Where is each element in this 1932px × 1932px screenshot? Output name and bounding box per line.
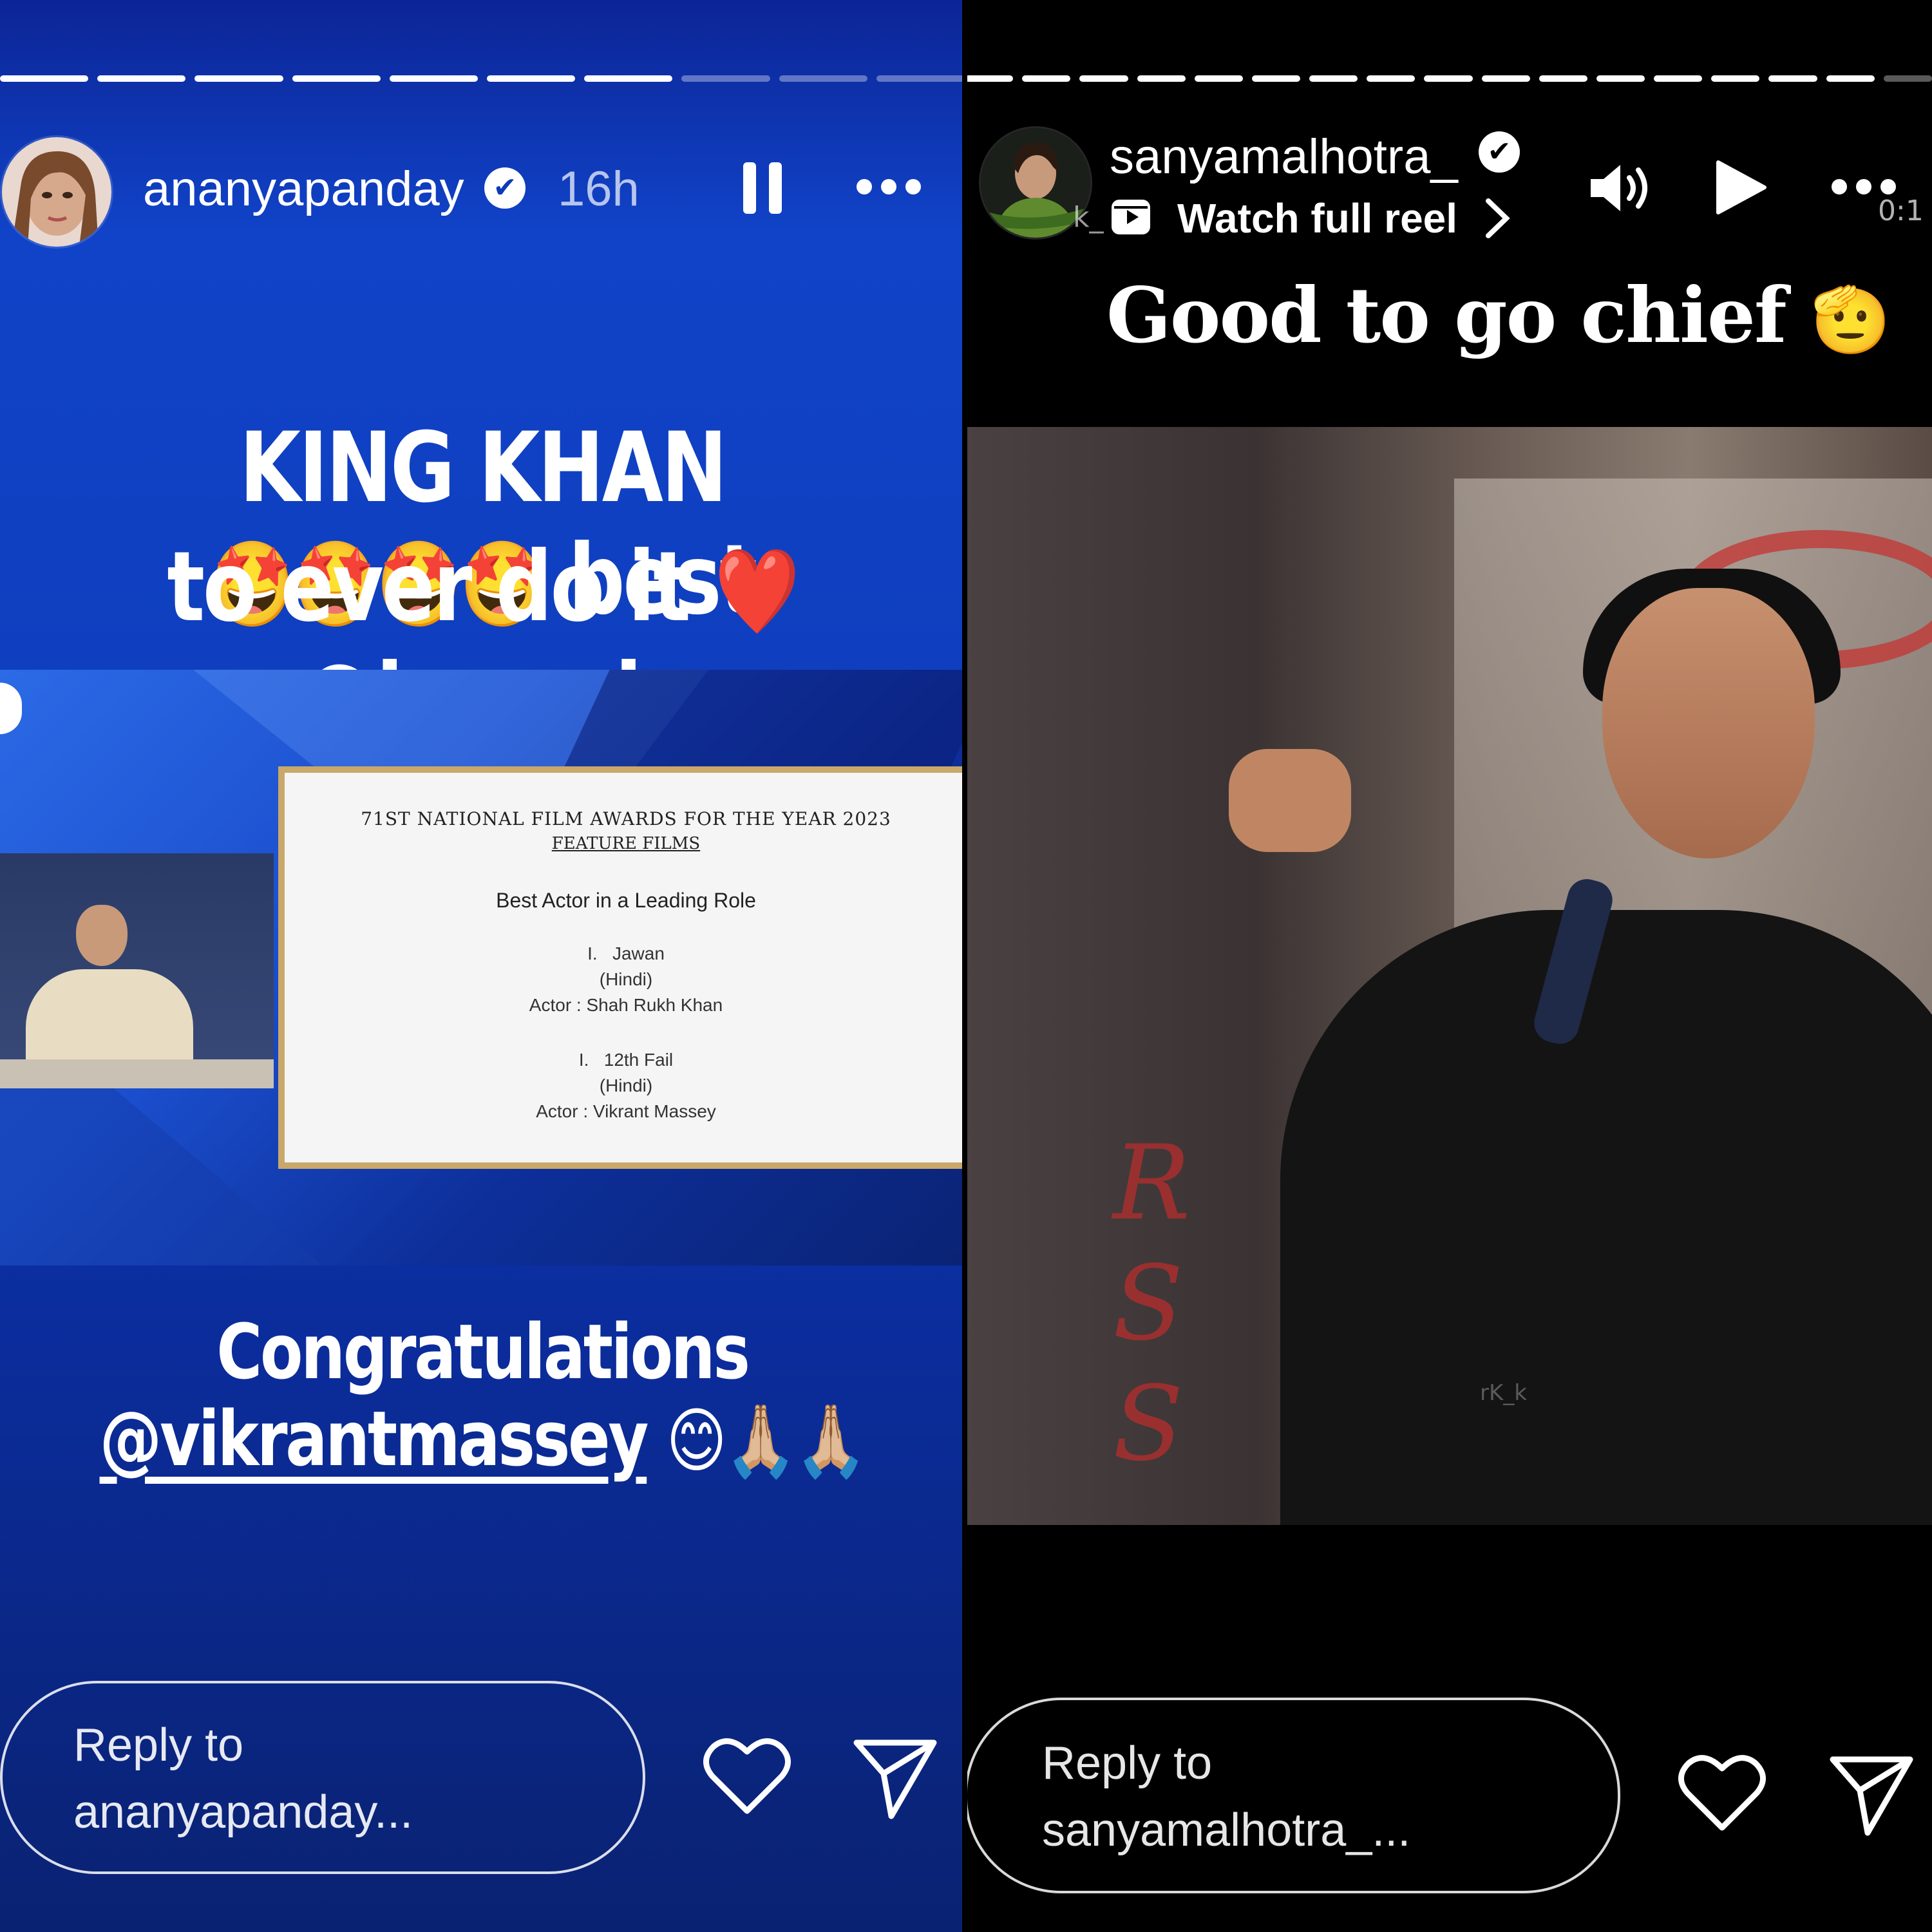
mention-vikrantmassey[interactable]: @vikrantmassey: [100, 1394, 649, 1483]
award-entry2-lang: (Hindi): [599, 1075, 653, 1095]
story-username[interactable]: sanyamalhotra_: [1110, 129, 1458, 185]
reply-input[interactable]: Reply to sanyamalhotra_...: [965, 1698, 1620, 1893]
pause-icon[interactable]: [742, 161, 783, 218]
avatar-ananyapanday[interactable]: [0, 135, 113, 249]
chevron-right-icon[interactable]: [1483, 197, 1511, 242]
smile-pray-emojis: 😊🙏🏼🙏🏼: [666, 1399, 867, 1482]
story-caption: Good to go chief 🫡: [1106, 270, 1891, 360]
story-progress-bar: [965, 75, 1932, 82]
story-panel-ananyapanday[interactable]: ananyapanday ✔ 16h KING KHAN 🤩🤩🤩🤩 best t…: [0, 0, 965, 1932]
watch-full-reel-link[interactable]: Watch full reel: [1177, 194, 1457, 242]
congrats-line: Congratulations: [216, 1307, 750, 1396]
progress-segment: [487, 75, 576, 82]
progress-segment: [681, 75, 770, 82]
award-card-subtitle: FEATURE FILMS: [551, 834, 701, 853]
progress-segment: [1826, 75, 1875, 82]
heart-icon[interactable]: [1678, 1753, 1766, 1835]
congrats-mention-line: @vikrantmassey 😊🙏🏼🙏🏼: [87, 1394, 878, 1483]
panel-divider: [962, 0, 967, 1932]
send-icon[interactable]: [851, 1736, 939, 1823]
reply-placeholder: Reply to sanyamalhotra_...: [1042, 1738, 1411, 1856]
story-progress-bar: [0, 75, 965, 82]
send-icon[interactable]: [1828, 1753, 1915, 1839]
progress-segment: [1711, 75, 1760, 82]
srk-speaking-photo: RSS rK_k: [965, 427, 1932, 1525]
story-panel-sanyamalhotra[interactable]: sanyamalhotra_ ✔ k_ Watch full reel 0:1 …: [965, 0, 1932, 1932]
reply-input[interactable]: Reply to ananyapanday...: [0, 1681, 645, 1874]
video-time: 0:1: [1878, 194, 1924, 227]
progress-segment: [1481, 75, 1530, 82]
progress-segment: [389, 75, 478, 82]
progress-segment: [1768, 75, 1817, 82]
verified-badge-icon: ✔: [484, 167, 526, 209]
progress-segment: [97, 75, 186, 82]
progress-segment: [1424, 75, 1473, 82]
progress-segment: [584, 75, 673, 82]
progress-segment: [194, 75, 283, 82]
story-username[interactable]: ananyapanday: [143, 161, 464, 217]
award-entry2-film: I. 12th Fail: [578, 1050, 674, 1070]
caption-king-khan: KING KHAN: [239, 412, 728, 524]
progress-segment: [1194, 75, 1243, 82]
verified-badge-icon: ✔: [1479, 131, 1520, 173]
award-card-title: 71ST NATIONAL FILM AWARDS FOR THE YEAR 2…: [361, 808, 891, 829]
reel-icon: [1109, 193, 1153, 240]
emblem-logo: [0, 683, 22, 734]
award-entry1-actor: Actor : Shah Rukh Khan: [529, 995, 723, 1015]
progress-segment: [1251, 75, 1301, 82]
progress-segment: [1883, 75, 1932, 82]
speaker-photo: [0, 853, 274, 1088]
progress-segment: [1137, 75, 1186, 82]
heart-icon[interactable]: [703, 1736, 791, 1819]
progress-segment: [1654, 75, 1703, 82]
reel-prefix: k_: [1073, 201, 1104, 234]
award-announcement-screenshot: 71ST NATIONAL FILM AWARDS FOR THE YEAR 2…: [0, 670, 965, 1265]
progress-segment: [1022, 75, 1071, 82]
award-entry2-actor: Actor : Vikrant Massey: [536, 1101, 716, 1121]
progress-segment: [292, 75, 381, 82]
salute-emoji: 🫡: [1810, 281, 1891, 357]
award-entry1-lang: (Hindi): [599, 969, 653, 989]
more-options-icon[interactable]: [857, 179, 921, 194]
progress-segment: [876, 75, 965, 82]
watermark: rK_k: [1480, 1380, 1527, 1406]
progress-segment: [1079, 75, 1128, 82]
story-timestamp: 16h: [558, 162, 639, 216]
award-card: 71ST NATIONAL FILM AWARDS FOR THE YEAR 2…: [278, 766, 965, 1169]
award-card-category: Best Actor in a Leading Role: [496, 889, 756, 912]
volume-icon[interactable]: [1588, 161, 1653, 218]
caption-to-ever-do-it: to ever do it: [167, 531, 691, 643]
award-entry1-film: I. Jawan: [587, 943, 665, 963]
play-icon[interactable]: [1713, 158, 1767, 219]
progress-segment: [965, 75, 1014, 82]
caption-good-to-go-chief: Good to go chief: [1106, 270, 1787, 360]
reply-placeholder: Reply to ananyapanday...: [73, 1719, 413, 1838]
more-options-icon[interactable]: [1832, 179, 1896, 194]
progress-segment: [779, 75, 867, 82]
progress-segment: [1596, 75, 1645, 82]
progress-segment: [1367, 75, 1416, 82]
progress-segment: [1309, 75, 1358, 82]
progress-segment: [0, 75, 89, 82]
progress-segment: [1539, 75, 1587, 82]
heart-emoji: ❤️: [714, 542, 800, 640]
